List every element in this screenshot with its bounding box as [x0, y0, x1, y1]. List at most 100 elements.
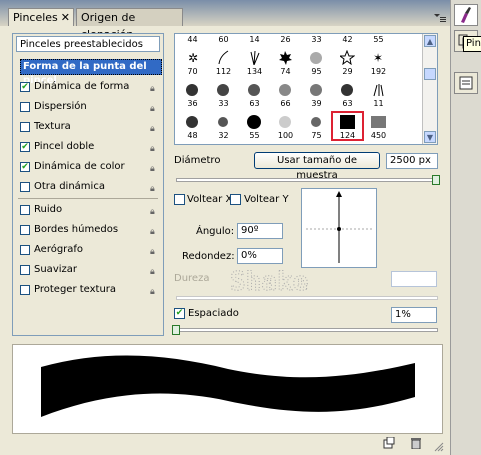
brush-tip[interactable]: 55: [363, 34, 394, 46]
list-item-airbrush[interactable]: Aerógrafo 🔒︎: [16, 242, 162, 258]
scroll-down-icon[interactable]: ▼: [424, 131, 436, 143]
brush-tip[interactable]: 63: [239, 80, 270, 108]
lock-icon[interactable]: 🔒︎: [150, 264, 160, 277]
diameter-field[interactable]: 2500 px: [386, 153, 438, 169]
brush-tip[interactable]: 11: [363, 80, 394, 108]
checkbox[interactable]: [20, 285, 30, 295]
list-item-color-dynamics[interactable]: ✔ Dinámica de color 🔒︎: [16, 159, 162, 175]
list-item-shape-dynamics[interactable]: ✔ Dinámica de forma 🔒︎: [16, 79, 162, 95]
brush-tip[interactable]: 60: [208, 34, 239, 46]
resize-grip-icon[interactable]: [434, 442, 446, 454]
checkbox[interactable]: [20, 122, 30, 132]
use-sample-size-button[interactable]: Usar tamaño de muestra: [254, 152, 380, 181]
brush-tip[interactable]: 36: [177, 80, 208, 108]
checkbox[interactable]: [20, 102, 30, 112]
brush-tip[interactable]: 112: [208, 48, 239, 76]
hard-round-icon: [247, 115, 261, 129]
spacing-checkbox[interactable]: ✔: [174, 308, 185, 319]
checkbox[interactable]: [20, 182, 30, 192]
brush-tip[interactable]: 450: [363, 112, 394, 140]
brush-size-label: 42: [342, 35, 353, 44]
checkbox[interactable]: [20, 225, 30, 235]
document-icon[interactable]: [454, 72, 478, 94]
brush-size-label: 124: [339, 131, 356, 140]
list-item-protect-texture[interactable]: Proteger textura 🔒︎: [16, 282, 162, 298]
checkbox[interactable]: [20, 205, 30, 215]
diameter-slider[interactable]: [176, 178, 438, 182]
checkbox[interactable]: ✔: [20, 162, 30, 172]
lock-icon[interactable]: 🔒︎: [150, 81, 160, 94]
spacing-slider-knob[interactable]: [172, 325, 180, 335]
tab-brushes[interactable]: Pinceles ✕: [8, 8, 74, 26]
brush-tip[interactable]: 63: [332, 80, 363, 108]
brush-tip[interactable]: 95: [301, 48, 332, 76]
list-item-other-dynamics[interactable]: Otra dinámica 🔒︎: [16, 179, 162, 195]
flip-y-checkbox[interactable]: [230, 194, 241, 205]
brush-tip[interactable]: 134: [239, 48, 270, 76]
brush-tip[interactable]: 75: [301, 112, 332, 140]
brush-tip[interactable]: ✶ 192: [363, 48, 394, 76]
list-item-dual-brush[interactable]: ✔ Pincel doble 🔒︎: [16, 139, 162, 155]
new-preset-icon[interactable]: [383, 436, 395, 449]
diameter-slider-knob[interactable]: [432, 175, 440, 185]
scroll-thumb[interactable]: [424, 68, 436, 80]
lock-icon[interactable]: 🔒︎: [150, 141, 160, 154]
checkbox[interactable]: ✔: [20, 82, 30, 92]
brush-tip[interactable]: 29: [332, 48, 363, 76]
checkbox[interactable]: ✔: [20, 142, 30, 152]
brush-size-label: 11: [373, 99, 384, 108]
close-icon[interactable]: ✕: [61, 11, 70, 24]
list-item-texture[interactable]: Textura 🔒︎: [16, 119, 162, 135]
lock-icon[interactable]: 🔒︎: [150, 204, 160, 217]
brush-tip[interactable]: 39: [301, 80, 332, 108]
lock-icon[interactable]: 🔒︎: [150, 101, 160, 114]
list-item-wet-edges[interactable]: Bordes húmedos 🔒︎: [16, 222, 162, 238]
brushes-panel: Pinceles✕ Origen de clonación Pinceles p…: [0, 0, 450, 455]
brush-tip[interactable]: 100: [270, 112, 301, 140]
brush-tip[interactable]: 33: [208, 80, 239, 108]
brush-tip-selected[interactable]: 124: [331, 111, 364, 141]
list-item-scattering[interactable]: Dispersión 🔒︎: [16, 99, 162, 115]
brush-tip[interactable]: 48: [177, 112, 208, 140]
brush-tip[interactable]: 32: [208, 112, 239, 140]
lock-icon[interactable]: 🔒︎: [150, 224, 160, 237]
spacing-slider[interactable]: [176, 328, 438, 332]
scroll-up-icon[interactable]: ▲: [424, 35, 436, 47]
list-item-brush-tip-shape[interactable]: Forma de la punta del pincel: [16, 59, 162, 86]
texture-brush-icon: [371, 116, 386, 128]
brush-tip[interactable]: 42: [332, 34, 363, 46]
flip-x-checkbox[interactable]: [174, 194, 185, 205]
list-item-smoothing[interactable]: Suavizar 🔒︎: [16, 262, 162, 278]
menu-icon[interactable]: [434, 14, 446, 27]
spacing-field[interactable]: 1%: [391, 307, 437, 323]
brush-tip[interactable]: 55: [239, 112, 270, 140]
lock-icon[interactable]: 🔒︎: [150, 244, 160, 257]
lock-icon[interactable]: 🔒︎: [150, 181, 160, 194]
brush-icon[interactable]: [454, 4, 478, 26]
brush-grid-scrollbar[interactable]: ▲ ▼: [422, 34, 437, 144]
preset-brushes-button[interactable]: Pinceles preestablecidos: [16, 36, 160, 52]
lock-icon[interactable]: 🔒︎: [150, 161, 160, 174]
trash-icon[interactable]: [410, 437, 422, 450]
brush-tip[interactable]: 74: [270, 48, 301, 76]
brush-tip[interactable]: 66: [270, 80, 301, 108]
checkbox[interactable]: [20, 265, 30, 275]
hardness-field[interactable]: [391, 271, 437, 287]
brush-tip[interactable]: 33: [301, 34, 332, 46]
dotted-brush-icon: [279, 116, 291, 128]
angle-field[interactable]: 90º: [237, 223, 283, 239]
list-item-noise[interactable]: Ruido 🔒︎: [16, 202, 162, 218]
brush-tip[interactable]: 14: [239, 34, 270, 46]
lock-icon[interactable]: 🔒︎: [150, 121, 160, 134]
list-item-label: Dinámica de color: [34, 161, 125, 172]
brush-angle-preview[interactable]: [301, 188, 377, 268]
checkbox[interactable]: [20, 245, 30, 255]
hardness-slider[interactable]: [176, 296, 438, 300]
brush-tip[interactable]: 26: [270, 34, 301, 46]
lock-icon[interactable]: 🔒︎: [150, 284, 160, 297]
list-item-label: Dinámica de forma: [34, 81, 130, 92]
roundness-field[interactable]: 0%: [237, 248, 283, 264]
tab-clone-source[interactable]: Origen de clonación: [76, 8, 183, 41]
brush-tip[interactable]: 44: [177, 34, 208, 46]
brush-tip[interactable]: ✲ 70: [177, 48, 208, 76]
